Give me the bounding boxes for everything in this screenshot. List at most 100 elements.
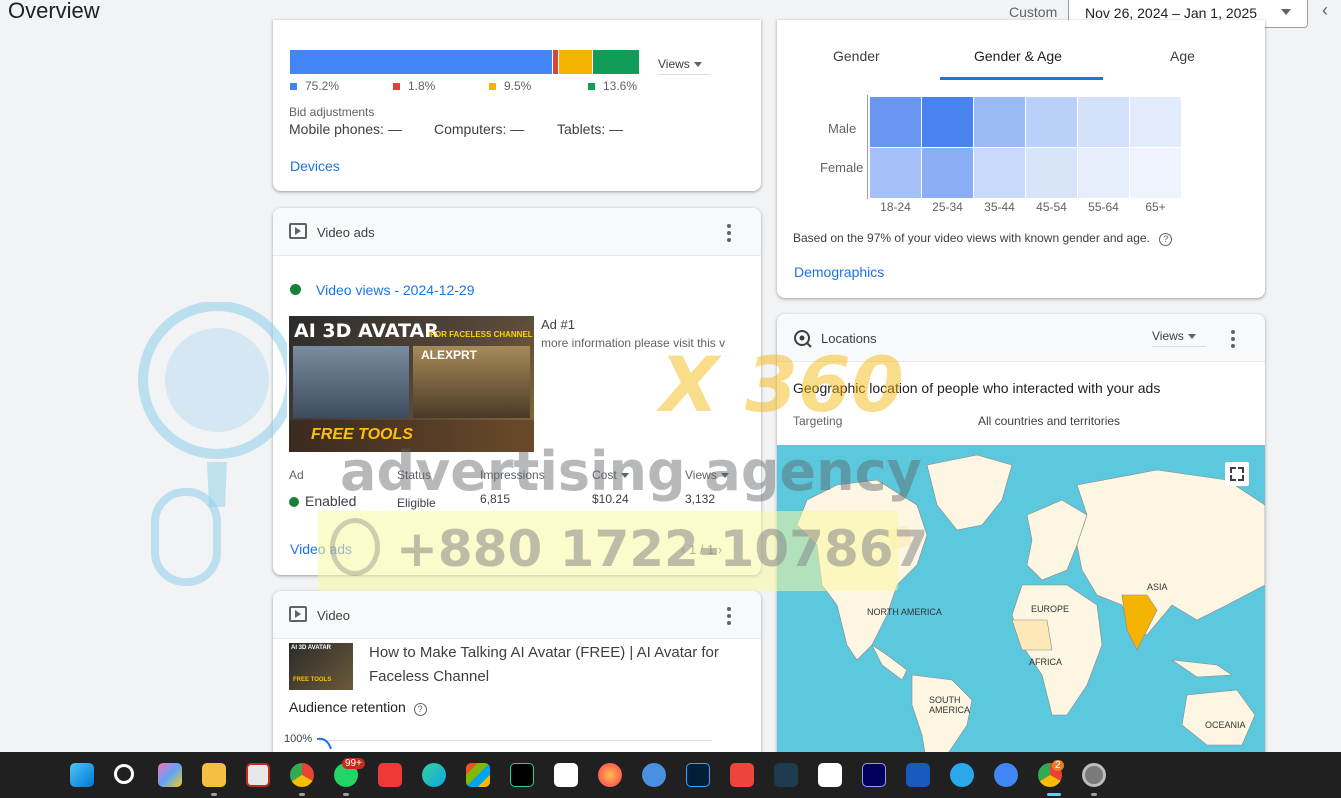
- locations-card: Locations Views Geographic location of p…: [777, 314, 1265, 764]
- heatmap-cell[interactable]: [1026, 148, 1077, 198]
- chrome-badge: 2: [1052, 760, 1064, 771]
- targeting-value: All countries and territories: [978, 414, 1121, 428]
- retention-axis-label: 100%: [284, 733, 313, 745]
- demographics-note: Based on the 97% of your video views wit…: [793, 231, 1173, 246]
- copilot-icon[interactable]: [158, 763, 182, 787]
- legend-item-computers: 1.8%: [393, 79, 435, 93]
- vivaldi-icon[interactable]: [378, 763, 402, 787]
- heatmap-cell[interactable]: [1078, 97, 1129, 147]
- heatmap-cell[interactable]: [1078, 148, 1129, 198]
- location-search-icon: [794, 330, 812, 348]
- card-header: Locations Views: [777, 314, 1265, 362]
- heatmap-cell[interactable]: [922, 97, 973, 147]
- chevron-left-icon[interactable]: ‹: [681, 542, 689, 557]
- whatsapp-badge: 99+: [342, 758, 365, 769]
- more-options-icon[interactable]: [727, 607, 731, 625]
- pycharm-icon[interactable]: [510, 763, 534, 787]
- card-title: Video ads: [317, 225, 375, 240]
- running-indicator: [211, 793, 217, 796]
- devices-card: 75.2% 1.8% 9.5% 13.6% Views Bid adjustme…: [273, 20, 761, 191]
- status-dot-icon: [290, 284, 301, 295]
- map-label-south-america: SOUTH AMERICA: [929, 695, 971, 715]
- translate-icon[interactable]: [994, 763, 1018, 787]
- more-options-icon[interactable]: [727, 224, 731, 242]
- tab-age[interactable]: Age: [1170, 48, 1195, 64]
- heatmap-cell[interactable]: [1026, 97, 1077, 147]
- premiere-icon[interactable]: [862, 763, 886, 787]
- map-label-africa: AFRICA: [1029, 657, 1063, 667]
- card-title: Video: [317, 608, 351, 623]
- page-title: Overview: [8, 0, 100, 23]
- heatmap-axis: [867, 95, 868, 199]
- column-header-ad: Ad: [289, 468, 304, 482]
- video-ads-card: Video ads Video views - 2024-12-29 AI 3D…: [273, 208, 761, 575]
- chevron-right-icon[interactable]: ›: [714, 542, 722, 557]
- snipping-tool-icon[interactable]: [246, 763, 270, 787]
- row-label-female: Female: [820, 160, 864, 175]
- search-icon[interactable]: [114, 764, 134, 784]
- legend-item-mobile: 75.2%: [290, 79, 339, 93]
- capcut-pro-icon[interactable]: [818, 763, 842, 787]
- terminal-icon[interactable]: [774, 763, 798, 787]
- chevron-down-icon: [1281, 9, 1291, 15]
- chevron-down-icon: [693, 62, 702, 68]
- chrome-icon[interactable]: [290, 763, 314, 787]
- video-ads-link[interactable]: Video ads: [290, 541, 352, 557]
- firefox-icon[interactable]: [598, 763, 622, 787]
- tab-gender[interactable]: Gender: [833, 48, 880, 64]
- column-header-cost[interactable]: Cost: [592, 468, 629, 482]
- cost-cell: $10.24: [592, 492, 629, 506]
- heatmap-cell[interactable]: [1130, 148, 1181, 198]
- age-group-label: 65+: [1145, 200, 1166, 214]
- thumbnail-brand: ALEXPRT: [421, 348, 478, 362]
- capcut-icon[interactable]: [554, 763, 578, 787]
- help-icon[interactable]: ?: [1159, 233, 1173, 246]
- video-thumbnail[interactable]: AI 3D AVATAR FREE TOOLS: [289, 643, 353, 690]
- tab-gender-age[interactable]: Gender & Age: [974, 48, 1062, 64]
- store-icon[interactable]: [466, 763, 490, 787]
- heatmap-cell[interactable]: [922, 148, 973, 198]
- bid-adjustments-label: Bid adjustments: [289, 105, 375, 119]
- file-explorer-icon[interactable]: [202, 763, 226, 787]
- map-label-asia: ASIA: [1147, 582, 1168, 592]
- card-header: Video: [273, 591, 761, 639]
- devices-link[interactable]: Devices: [290, 158, 340, 174]
- devices-metric-dropdown[interactable]: Views: [658, 57, 710, 75]
- video-title[interactable]: How to Make Talking AI Avatar (FREE) | A…: [369, 641, 757, 689]
- card-title: Locations: [821, 331, 877, 346]
- demographics-link[interactable]: Demographics: [794, 264, 884, 280]
- ad-thumbnail[interactable]: AI 3D AVATAR FOR FACELESS CHANNEL ALEXPR…: [289, 316, 534, 452]
- campaign-link[interactable]: Video views - 2024-12-29: [316, 282, 475, 298]
- heatmap-cell[interactable]: [870, 97, 921, 147]
- settings-icon[interactable]: [1082, 763, 1106, 787]
- start-icon[interactable]: [70, 763, 94, 787]
- more-options-icon[interactable]: [1231, 330, 1235, 348]
- word-icon[interactable]: [906, 763, 930, 787]
- date-range-value: Nov 26, 2024 – Jan 1, 2025: [1085, 5, 1258, 21]
- column-header-views[interactable]: Views: [685, 468, 729, 482]
- fullscreen-icon[interactable]: [1225, 462, 1249, 486]
- bid-tablets: Tablets: —: [557, 121, 624, 137]
- heatmap-cell[interactable]: [870, 148, 921, 198]
- photoshop-icon[interactable]: [686, 763, 710, 787]
- pager: ‹ 1 / 1 ›: [681, 542, 723, 557]
- edge-icon[interactable]: [422, 763, 446, 787]
- map-label-oceania: OCEANIA: [1205, 720, 1246, 730]
- heatmap-cell[interactable]: [974, 148, 1025, 198]
- thumbnail-subtitle: FOR FACELESS CHANNEL: [430, 330, 533, 339]
- locations-heading: Geographic location of people who intera…: [793, 380, 1161, 396]
- impressions-cell: 6,815: [480, 492, 511, 506]
- chevron-left-icon[interactable]: ‹: [1322, 0, 1328, 21]
- help-icon[interactable]: ?: [413, 703, 427, 716]
- world-map[interactable]: NORTH AMERICA EUROPE ASIA AFRICA SOUTH A…: [777, 445, 1265, 764]
- telegram-icon[interactable]: [950, 763, 974, 787]
- map-label-europe: EUROPE: [1031, 604, 1070, 614]
- locations-metric-dropdown[interactable]: Views: [1152, 329, 1206, 347]
- anydesk-icon[interactable]: [730, 763, 754, 787]
- sync-icon[interactable]: [642, 763, 666, 787]
- device-share-bar: [290, 50, 639, 74]
- bid-computers: Computers: —: [434, 121, 525, 137]
- heatmap-cell[interactable]: [1130, 97, 1181, 147]
- age-group-label: 18-24: [880, 200, 911, 214]
- heatmap-cell[interactable]: [974, 97, 1025, 147]
